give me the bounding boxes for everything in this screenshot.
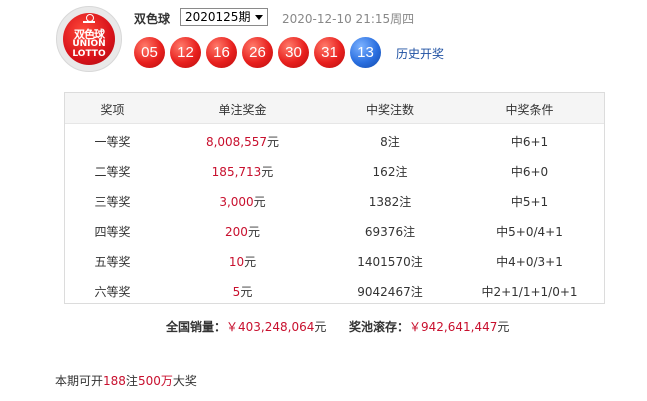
red-ball: 26 bbox=[242, 37, 273, 68]
table-row: 四等奖 200元 69376注 中5+0/4+1 bbox=[65, 214, 604, 244]
sales-value: ￥403,248,064 bbox=[226, 320, 315, 334]
game-title: 双色球 bbox=[134, 12, 171, 26]
prize-amount-unit: 元 bbox=[247, 225, 260, 239]
prize-level: 六等奖 bbox=[94, 285, 131, 299]
prize-amount: 10元 bbox=[160, 253, 325, 270]
issue-select[interactable]: 2020125期 bbox=[180, 8, 268, 26]
header-condition: 中奖条件 bbox=[505, 103, 554, 117]
national-sales: 全国销量：￥403,248,064元 bbox=[166, 318, 326, 335]
red-ball: 12 bbox=[170, 37, 201, 68]
win-condition: 中6+0 bbox=[510, 165, 549, 179]
prize-amount-unit: 元 bbox=[244, 255, 257, 269]
winner-count: 162注 bbox=[372, 165, 408, 179]
lottery-logo: 双色球 UNION LOTTO bbox=[56, 6, 122, 72]
chevron-down-icon bbox=[255, 15, 263, 20]
pool-label: 奖池滚存： bbox=[349, 320, 410, 334]
win-condition: 中5+1 bbox=[510, 195, 549, 209]
prize-amount: 8,008,557元 bbox=[160, 133, 325, 150]
blue-ball: 13 bbox=[350, 37, 381, 68]
winner-count: 69376注 bbox=[364, 225, 416, 239]
note-prefix: 本期可开 bbox=[55, 374, 104, 388]
prize-table: 奖项 单注奖金 中奖注数 中奖条件 一等奖 8,008,557元 8注 中6+1… bbox=[64, 92, 605, 304]
sales-unit: 元 bbox=[314, 320, 327, 334]
win-condition: 中6+1 bbox=[510, 135, 549, 149]
prize-amount-value: 3,000 bbox=[219, 195, 254, 209]
logo-en2-text: LOTTO bbox=[72, 49, 106, 59]
red-ball: 05 bbox=[134, 37, 165, 68]
prize-level: 四等奖 bbox=[94, 225, 131, 239]
table-row: 三等奖 3,000元 1382注 中5+1 bbox=[65, 184, 604, 214]
jackpot-pool: 奖池滚存：￥942,641,447元 bbox=[349, 318, 509, 335]
logo-en1-text: UNION bbox=[72, 39, 106, 49]
crown-icon bbox=[83, 14, 95, 23]
win-condition: 中4+0/3+1 bbox=[496, 255, 563, 269]
table-row: 一等奖 8,008,557元 8注 中6+1 bbox=[65, 124, 604, 154]
header-count: 中奖注数 bbox=[365, 103, 414, 117]
issue-select-value: 2020125期 bbox=[185, 10, 251, 24]
prize-amount: 3,000元 bbox=[160, 193, 325, 210]
draw-time: 2020-12-10 21:15周四 bbox=[282, 12, 415, 26]
table-header: 奖项 单注奖金 中奖注数 中奖条件 bbox=[65, 93, 604, 124]
prize-level: 一等奖 bbox=[94, 135, 131, 149]
prize-amount-value: 10 bbox=[228, 255, 245, 269]
win-condition: 中5+0/4+1 bbox=[496, 225, 563, 239]
prize-amount: 200元 bbox=[160, 223, 325, 240]
prize-amount-value: 8,008,557 bbox=[205, 135, 268, 149]
table-row: 六等奖 5元 9042467注 中2+1/1+1/0+1 bbox=[65, 274, 604, 304]
table-row: 二等奖 185,713元 162注 中6+0 bbox=[65, 154, 604, 184]
prize-amount-unit: 元 bbox=[267, 135, 280, 149]
winner-count: 1401570注 bbox=[357, 255, 423, 269]
prize-amount-unit: 元 bbox=[261, 165, 274, 179]
sales-label: 全国销量： bbox=[166, 320, 227, 334]
prize-level: 五等奖 bbox=[94, 255, 131, 269]
pool-value: ￥942,641,447 bbox=[409, 320, 498, 334]
red-ball: 30 bbox=[278, 37, 309, 68]
win-condition: 中2+1/1+1/0+1 bbox=[481, 285, 578, 299]
winner-count: 9042467注 bbox=[357, 285, 423, 299]
prize-amount: 5元 bbox=[160, 283, 325, 300]
red-ball: 31 bbox=[314, 37, 345, 68]
prize-level: 三等奖 bbox=[94, 195, 131, 209]
red-ball: 16 bbox=[206, 37, 237, 68]
note-count: 188 bbox=[103, 374, 126, 388]
prize-amount-value: 200 bbox=[225, 225, 248, 239]
note-suffix: 大奖 bbox=[172, 374, 197, 388]
prize-amount-unit: 元 bbox=[253, 195, 266, 209]
note-amount: 500万 bbox=[137, 374, 173, 388]
prize-amount-unit: 元 bbox=[240, 285, 253, 299]
history-draws-link[interactable]: 历史开奖 bbox=[396, 45, 444, 62]
note-mid: 注 bbox=[125, 374, 138, 388]
prize-amount-value: 185,713 bbox=[211, 165, 262, 179]
jackpot-note: 本期可开188注500万大奖 bbox=[55, 372, 197, 389]
prize-level: 二等奖 bbox=[94, 165, 131, 179]
header-prize: 单注奖金 bbox=[218, 103, 267, 117]
pool-unit: 元 bbox=[497, 320, 510, 334]
prize-amount: 185,713元 bbox=[160, 163, 325, 180]
header-level: 奖项 bbox=[100, 103, 125, 117]
table-row: 五等奖 10元 1401570注 中4+0/3+1 bbox=[65, 244, 604, 274]
winner-count: 1382注 bbox=[368, 195, 412, 209]
logo-badge: 双色球 UNION LOTTO bbox=[63, 13, 115, 65]
winner-count: 8注 bbox=[380, 135, 400, 149]
